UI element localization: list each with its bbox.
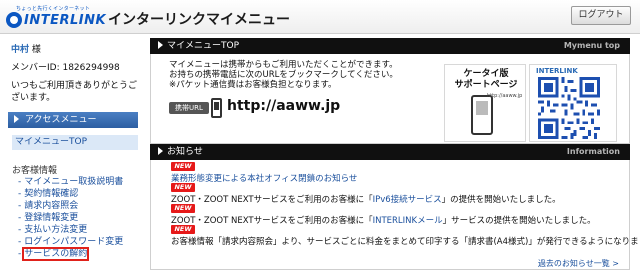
mobile-support-title-2: サポートページ — [454, 80, 518, 90]
new-badge: NEW — [171, 225, 195, 234]
page-title: インターリンクマイメニュー — [108, 12, 290, 28]
sidebar-item-label: 契約情報確認 — [24, 189, 79, 199]
mymenu-line-3: ※パケット通信費はお客様負担となります。 — [169, 80, 337, 90]
access-menu-header[interactable]: アクセスメニュー — [8, 112, 138, 128]
news-item: NEW ZOOT・ZOOT NEXTサービスをご利用のお客様に「INTERLIN… — [171, 204, 626, 226]
sidebar-item-label: 支払い方法変更 — [24, 225, 88, 235]
sidebar-item-billing[interactable]: - 請求内容照会 — [18, 200, 142, 212]
mymenu-panel-subtitle: Mymenu top — [563, 41, 620, 50]
sidebar-item-label: 請求内容照会 — [24, 201, 79, 211]
news-item-text: お客様情報「請求内容照会」より、サービスごとに料金をまとめて印字する「請求書(A… — [171, 237, 640, 247]
new-badge: NEW — [171, 183, 195, 192]
mobile-phone-icon — [471, 95, 493, 135]
sidebar-item-password[interactable]: - ログインパスワード変更 — [18, 236, 142, 248]
news-item: NEW お客様情報「請求内容照会」より、サービスごとに料金をまとめて印字する「請… — [171, 225, 640, 247]
news-list: NEW 業務形態変更による本社オフィス閉鎖のお知らせ NEW ZOOT・ZOOT… — [171, 162, 640, 247]
logo-wordmark: INTERLINK — [24, 13, 107, 28]
mymenu-panel-title: マイメニューTOP — [167, 41, 240, 51]
sidebar-item-label: ログインパスワード変更 — [24, 237, 124, 247]
new-badge: NEW — [171, 204, 195, 213]
main-content: マイメニューTOP Mymenu top マイメニューは携帯からもご利用いただく… — [150, 38, 640, 270]
section-label-customer-info: お客様情報 — [12, 166, 58, 176]
sidebar-item-registration[interactable]: - 登録情報変更 — [18, 212, 142, 224]
sidebar-item-label: サービスの解約 — [22, 247, 90, 261]
mymenu-description: マイメニューは携帯からもご利用いただくことができます。 お持ちの携帯電話に次のU… — [169, 60, 444, 90]
mymenu-line-1: マイメニューは携帯からもご利用いただくことができます。 — [169, 60, 398, 70]
qr-code-label: INTERLINK — [536, 67, 578, 75]
sidebar-item-label: マイメニュー取扱説明書 — [24, 177, 124, 187]
user-greeting: 中村 様 — [11, 42, 41, 55]
logout-button[interactable]: ログアウト — [571, 6, 631, 25]
sidebar-item-payment[interactable]: - 支払い方法変更 — [18, 224, 142, 236]
mobile-phone-icon — [211, 98, 222, 118]
access-menu-label: アクセスメニュー — [25, 115, 97, 125]
mymenu-panel-header: マイメニューTOP Mymenu top — [150, 38, 630, 54]
mobile-support-title: ケータイ版 サポートページ — [451, 69, 521, 91]
new-badge: NEW — [171, 162, 195, 171]
user-suffix: 様 — [29, 45, 41, 55]
dash-icon: - — [18, 237, 22, 247]
member-id-value: 1826294998 — [62, 63, 120, 73]
mobile-support-banner[interactable]: ケータイ版 サポートページ http://aaww.jp — [444, 64, 526, 142]
news-panel-subtitle: Information — [566, 147, 620, 156]
sidebar-item-cancel-service[interactable]: - サービスの解約 — [18, 247, 142, 261]
sidebar-item-mymenu-top[interactable]: マイメニューTOP — [12, 135, 138, 150]
dash-icon: - — [18, 201, 22, 211]
qr-code-box: INTERLINK — [529, 64, 617, 142]
news-panel-header: お知らせ Information — [150, 144, 630, 160]
triangle-right-icon — [14, 115, 19, 123]
dash-icon: - — [18, 213, 22, 223]
sidebar-item-manual[interactable]: - マイメニュー取扱説明書 — [18, 176, 142, 188]
member-id-label: メンバーID: — [11, 63, 63, 73]
news-panel-title: お知らせ — [167, 147, 203, 157]
sidebar: 中村 様 メンバーID: 1826294998 いつもご利用頂きありがとうござい… — [8, 38, 138, 270]
dash-icon: - — [18, 249, 22, 259]
qr-code-icon — [538, 77, 600, 139]
user-name: 中村 — [11, 45, 30, 55]
mobile-support-url: http://aaww.jp — [487, 93, 523, 99]
dash-icon: - — [18, 177, 22, 187]
mobile-url-badge: 携帯URL — [169, 102, 209, 114]
triangle-right-icon — [158, 147, 163, 155]
dash-icon: - — [18, 189, 22, 199]
logo-tagline: ちょっと先行くインターネット — [16, 6, 91, 12]
dash-icon: - — [18, 225, 22, 235]
customer-info-menu: - マイメニュー取扱説明書 - 契約情報確認 - 請求内容照会 - 登録情報変更 - 支払… — [18, 176, 142, 261]
header: ちょっと先行くインターネット INTERLINK インターリンクマイメニュー ロ… — [0, 0, 640, 34]
member-id: メンバーID: 1826294998 — [11, 60, 120, 73]
triangle-right-icon — [158, 41, 163, 49]
mobile-support-title-1: ケータイ版 — [463, 69, 509, 79]
sidebar-item-label: 登録情報変更 — [24, 213, 79, 223]
thanks-message: いつもご利用頂きありがとうございます。 — [11, 81, 138, 103]
mymenu-panel-body: マイメニューは携帯からもご利用いただくことができます。 お持ちの携帯電話に次のU… — [150, 54, 630, 144]
news-panel-body: NEW 業務形態変更による本社オフィス閉鎖のお知らせ NEW ZOOT・ZOOT… — [150, 160, 640, 270]
interlink-logo[interactable]: ちょっと先行くインターネット INTERLINK — [6, 5, 106, 29]
mymenu-line-2: お持ちの携帯電話に次のURLをブックマークしてください。 — [169, 70, 398, 80]
logo-mark-icon — [6, 12, 22, 28]
news-archive-link[interactable]: 過去のお知らせ一覧 > — [538, 258, 619, 269]
news-item: NEW 業務形態変更による本社オフィス閉鎖のお知らせ — [171, 162, 626, 184]
mobile-url[interactable]: http://aaww.jp — [227, 98, 340, 114]
news-item: NEW ZOOT・ZOOT NEXTサービスをご利用のお客様に「IPv6接続サー… — [171, 183, 626, 205]
sidebar-item-contract-info[interactable]: - 契約情報確認 — [18, 188, 142, 200]
